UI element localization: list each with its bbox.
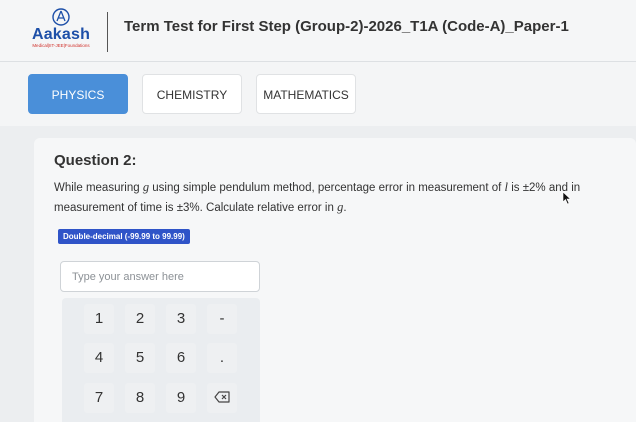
key-decimal[interactable]: .: [207, 343, 237, 373]
key-5[interactable]: 5: [125, 343, 155, 373]
question-title: Question 2:: [54, 152, 137, 169]
answer-input[interactable]: [60, 261, 260, 292]
question-card: Question 2: While measuring g using simp…: [34, 138, 636, 422]
mouse-cursor-icon: [562, 192, 571, 205]
header-divider: [107, 12, 108, 52]
numeric-keypad: 1 2 3 - 4 5 6 . 7 8 9: [62, 298, 260, 422]
key-2[interactable]: 2: [125, 304, 155, 334]
logo-wordmark: Aakash: [31, 26, 91, 43]
key-6[interactable]: 6: [166, 343, 196, 373]
key-4[interactable]: 4: [84, 343, 114, 373]
key-3[interactable]: 3: [166, 304, 196, 334]
aakash-logo: Aakash Medical|IIT-JEE|Foundations: [26, 8, 96, 56]
tab-mathematics[interactable]: MATHEMATICS: [256, 74, 356, 114]
logo-tagline: Medical|IIT-JEE|Foundations: [32, 43, 90, 48]
question-text: While measuring g using simple pendulum …: [54, 178, 614, 218]
question-text-part: .: [343, 202, 347, 214]
key-backspace[interactable]: [207, 383, 237, 413]
logo-emblem-icon: [52, 8, 70, 26]
key-8[interactable]: 8: [125, 383, 155, 413]
subject-tabs: PHYSICS CHEMISTRY MATHEMATICS: [0, 62, 636, 126]
question-text-part: While measuring: [54, 182, 143, 194]
key-minus[interactable]: -: [207, 304, 237, 334]
test-title: Term Test for First Step (Group-2)-2026_…: [124, 18, 569, 35]
tab-physics[interactable]: PHYSICS: [28, 74, 128, 114]
key-1[interactable]: 1: [84, 304, 114, 334]
key-7[interactable]: 7: [84, 383, 114, 413]
question-text-part: using simple pendulum method, percentage…: [149, 182, 505, 194]
app-header: Aakash Medical|IIT-JEE|Foundations Term …: [0, 0, 636, 62]
backspace-icon: [214, 391, 230, 403]
answer-type-badge: Double-decimal (-99.99 to 99.99): [58, 229, 190, 244]
tab-chemistry[interactable]: CHEMISTRY: [142, 74, 242, 114]
key-9[interactable]: 9: [166, 383, 196, 413]
